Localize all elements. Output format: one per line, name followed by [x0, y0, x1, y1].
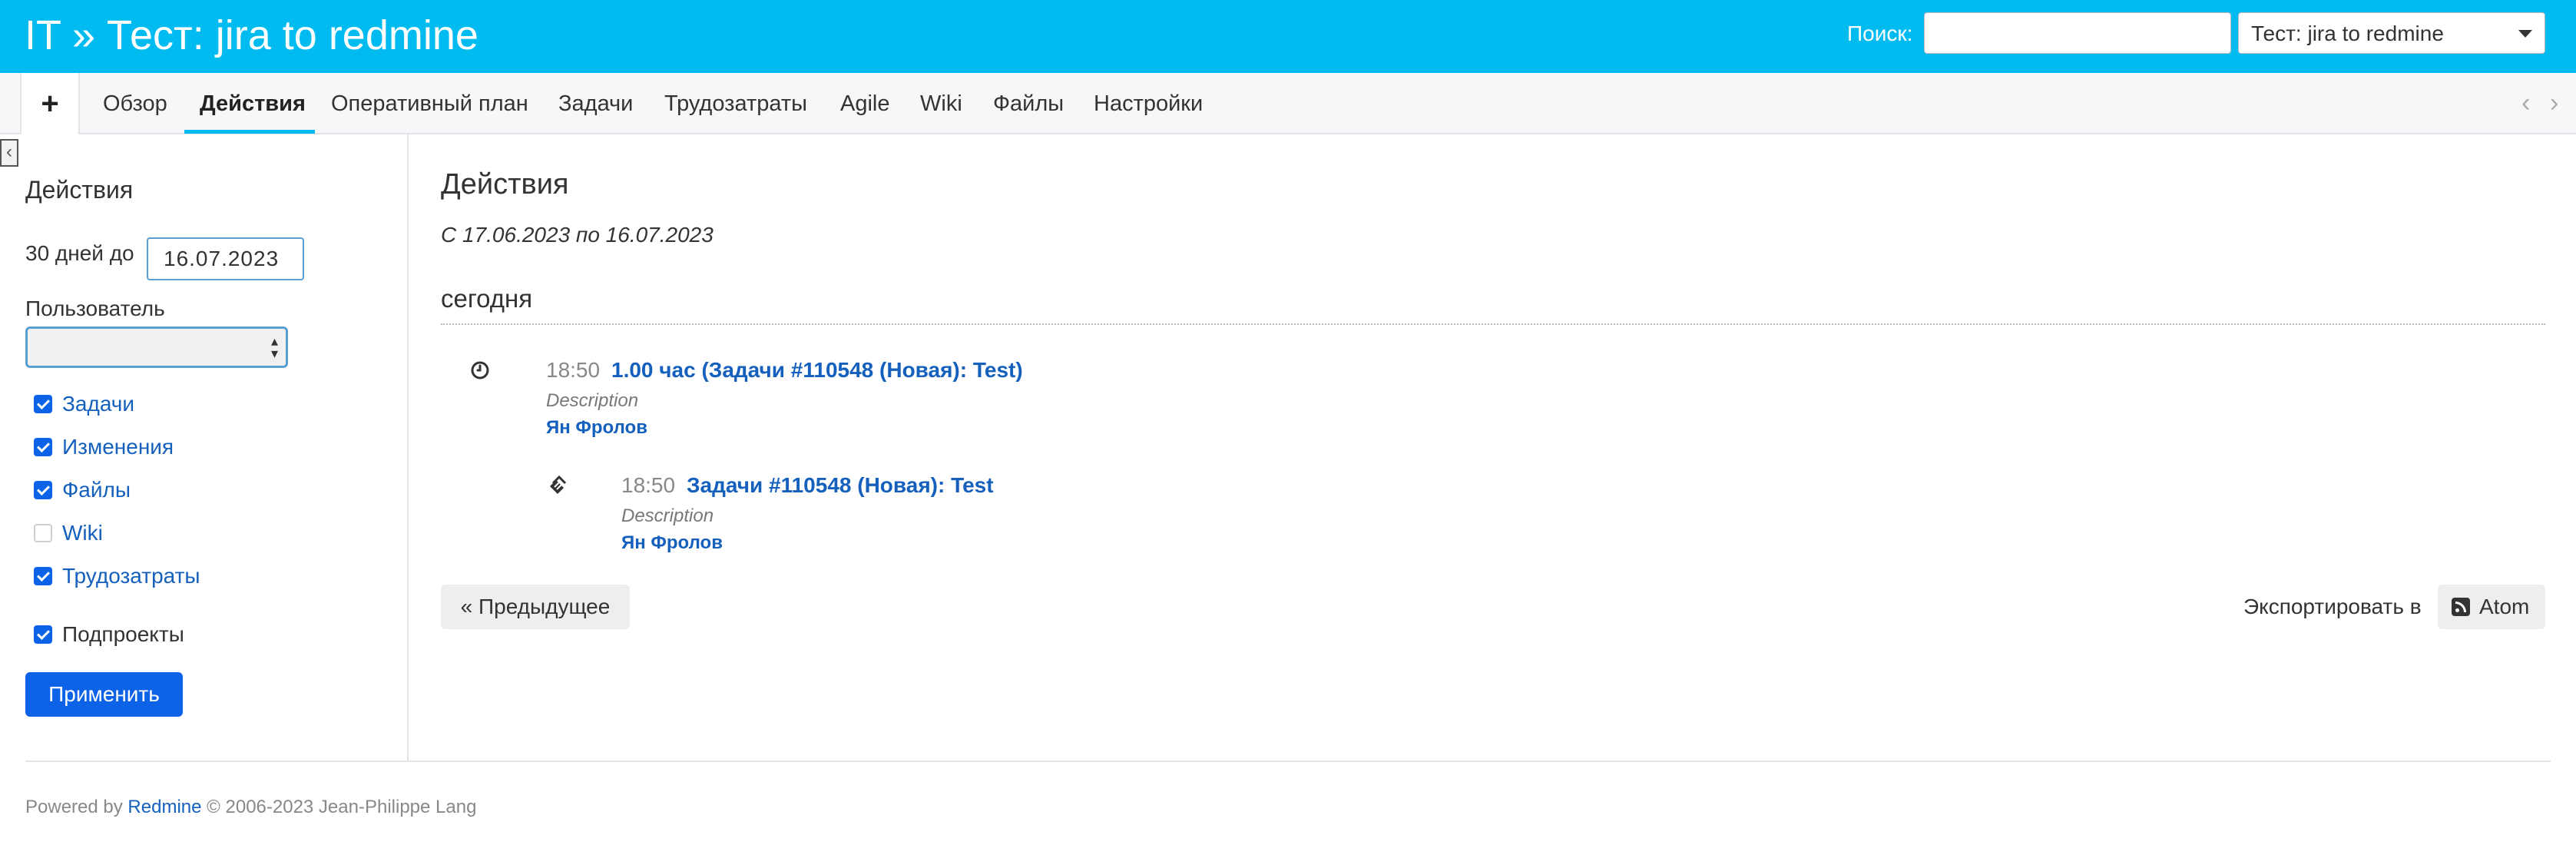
scroll-right-icon[interactable]: › [2550, 90, 2558, 116]
sidebar-title: Действия [25, 176, 134, 204]
new-object-button[interactable]: + [20, 73, 80, 134]
copyright-text: © 2006-2023 Jean-Philippe Lang [207, 797, 477, 817]
event-title-link[interactable]: 1.00 час (Задачи #110548 (Новая): Test) [611, 357, 1023, 383]
event-time: 18:50 [621, 473, 676, 497]
tab-agile[interactable]: Agile [840, 73, 890, 134]
footer-text: Powered by Redmine © 2006-2023 Jean-Phil… [25, 796, 476, 819]
filter-wiki-checkbox[interactable] [34, 524, 52, 542]
event-title-link[interactable]: Задачи #110548 (Новая): Test [687, 472, 994, 499]
filter-changesets-label[interactable]: Изменения [62, 434, 174, 460]
selected-tab-indicator [184, 130, 315, 134]
main-content: Действия С 17.06.2023 по 16.07.2023 сего… [410, 134, 2576, 761]
sidebar-collapse-icon[interactable]: ‹ [0, 139, 18, 167]
event-description: Description [546, 390, 639, 411]
filter-time-entries-label[interactable]: Трудозатраты [62, 563, 200, 589]
issue-note-icon [550, 475, 567, 494]
previous-page-button[interactable]: « Предыдущее [441, 585, 630, 629]
apply-button[interactable]: Применить [25, 672, 183, 717]
filter-files-checkbox[interactable] [34, 481, 52, 499]
scroll-left-icon[interactable]: ‹ [2521, 90, 2530, 116]
rss-icon [2452, 598, 2470, 616]
tab-issues[interactable]: Задачи [558, 73, 633, 134]
subprojects-label[interactable]: Подпроекты [62, 621, 184, 648]
day-heading: сегодня [441, 284, 533, 313]
redmine-link[interactable]: Redmine [127, 797, 201, 817]
page-title[interactable]: IT » Тест: jira to redmine [25, 11, 478, 60]
event-author-link[interactable]: Ян Фролов [546, 416, 647, 439]
footer: Powered by Redmine © 2006-2023 Jean-Phil… [25, 761, 2551, 817]
atom-label: Atom [2479, 595, 2530, 618]
event-time: 18:50 [546, 358, 601, 382]
tab-files[interactable]: Файлы [993, 73, 1064, 134]
date-range-subtitle: С 17.06.2023 по 16.07.2023 [441, 223, 714, 247]
top-header: IT » Тест: jira to redmine Поиск: Тест: … [0, 0, 2576, 73]
user-select[interactable]: ▴ ▾ [25, 326, 288, 368]
day-divider [441, 323, 2545, 325]
date-field[interactable]: 16.07.2023 [147, 237, 304, 280]
search-input[interactable] [1924, 12, 2231, 54]
tab-roadmap[interactable]: Оперативный план [331, 73, 528, 134]
subprojects-checkbox[interactable] [34, 625, 52, 644]
filter-files-label[interactable]: Файлы [62, 477, 131, 503]
tab-settings[interactable]: Настройки [1094, 73, 1203, 134]
content-title: Действия [441, 168, 569, 200]
main-menu: + Обзор Действия Оперативный план Задачи… [0, 73, 2576, 134]
tab-time-entries[interactable]: Трудозатраты [664, 73, 807, 134]
filter-issues-checkbox[interactable] [34, 395, 52, 413]
export-label: Экспортировать в [2243, 595, 2422, 618]
filter-issues-label[interactable]: Задачи [62, 391, 134, 417]
select-arrows-icon: ▴ ▾ [270, 333, 278, 361]
search-label: Поиск: [1847, 22, 1913, 45]
sidebar: ‹ Действия 30 дней до 16.07.2023 Пользов… [0, 134, 409, 761]
tab-activity[interactable]: Действия [200, 73, 306, 134]
tab-overview[interactable]: Обзор [103, 73, 167, 134]
chevron-down-icon [2518, 30, 2532, 38]
tab-wiki[interactable]: Wiki [920, 73, 962, 134]
days-label: 30 дней до [25, 241, 134, 265]
filter-changesets-checkbox[interactable] [34, 438, 52, 456]
project-select-value: Тест: jira to redmine [2251, 22, 2444, 45]
filter-wiki-label[interactable]: Wiki [62, 520, 103, 546]
atom-export-button[interactable]: Atom [2438, 585, 2545, 629]
user-label: Пользователь [25, 297, 165, 320]
clock-icon [471, 361, 489, 379]
event-description: Description [621, 505, 714, 526]
filter-time-entries-checkbox[interactable] [34, 567, 52, 585]
project-jump-select[interactable]: Тест: jira to redmine [2238, 12, 2545, 54]
powered-by-text: Powered by [25, 797, 123, 817]
event-author-link[interactable]: Ян Фролов [621, 532, 723, 555]
